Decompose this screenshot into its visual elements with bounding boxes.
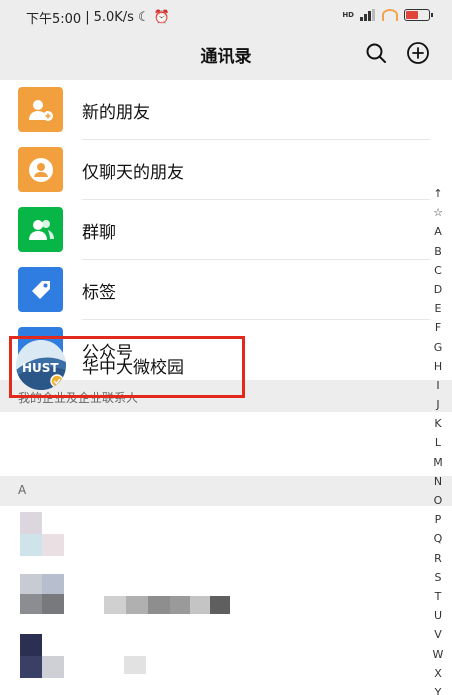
index-letter[interactable]: F bbox=[435, 318, 441, 337]
function-label: 群聊 bbox=[82, 223, 116, 243]
signal-icon bbox=[360, 9, 376, 21]
index-letter[interactable]: R bbox=[434, 549, 442, 568]
index-letter[interactable]: H bbox=[434, 357, 442, 376]
index-letter[interactable]: A bbox=[434, 222, 442, 241]
index-letter[interactable]: E bbox=[435, 299, 442, 318]
contact-avatar bbox=[42, 634, 64, 656]
index-letter[interactable]: V bbox=[434, 625, 442, 644]
contact-name-blur bbox=[104, 596, 126, 614]
contact-row[interactable] bbox=[0, 626, 430, 695]
function-label: 标签 bbox=[82, 283, 116, 303]
function-row-group-chats[interactable]: 群聊 bbox=[0, 200, 430, 260]
contact-name-blur bbox=[148, 596, 170, 614]
highlight-annotation bbox=[9, 336, 245, 398]
function-row-new-friends[interactable]: 新的朋友 bbox=[0, 80, 430, 140]
battery-icon bbox=[404, 9, 433, 21]
index-letter[interactable]: C bbox=[434, 261, 442, 280]
contact-avatar bbox=[42, 534, 64, 556]
search-icon[interactable] bbox=[364, 41, 388, 65]
status-bar: 下午5:00 | 5.0K/s ☾ ⏰ HD bbox=[0, 0, 452, 34]
moon-icon: ☾ bbox=[137, 10, 150, 25]
index-letter[interactable]: ↑ bbox=[433, 184, 442, 203]
index-letter[interactable]: U bbox=[434, 606, 442, 625]
contact-name-blur bbox=[190, 596, 210, 614]
contact-avatar bbox=[20, 574, 42, 594]
contact-row[interactable] bbox=[0, 566, 430, 626]
contact-name-blur bbox=[210, 596, 230, 614]
index-letter[interactable]: Y bbox=[435, 683, 442, 695]
index-letter[interactable]: L bbox=[435, 433, 441, 452]
index-letter[interactable]: O bbox=[434, 491, 443, 510]
index-letter[interactable]: S bbox=[435, 568, 442, 587]
contact-name-blur bbox=[170, 596, 190, 614]
enterprise-row[interactable] bbox=[0, 412, 430, 474]
contact-name-blur bbox=[124, 656, 146, 674]
index-letter[interactable]: Q bbox=[434, 529, 443, 548]
contact-avatar bbox=[20, 634, 42, 656]
wifi-icon bbox=[382, 9, 398, 21]
index-letter[interactable]: I bbox=[436, 376, 439, 395]
function-label: 新的朋友 bbox=[82, 103, 150, 123]
status-right: HD bbox=[342, 9, 433, 21]
status-left: 下午5:00 | 5.0K/s ☾ ⏰ bbox=[26, 8, 170, 27]
status-time: 下午5:00 bbox=[26, 12, 82, 27]
index-letter[interactable]: T bbox=[435, 587, 442, 606]
index-letter[interactable]: G bbox=[434, 338, 443, 357]
alarm-icon: ⏰ bbox=[153, 10, 170, 25]
function-row-tags[interactable]: 标签 bbox=[0, 260, 430, 320]
index-letter[interactable]: X bbox=[434, 664, 442, 683]
index-letter[interactable]: J bbox=[436, 395, 439, 414]
status-network-speed: 5.0K/s bbox=[93, 10, 134, 25]
contact-name-blur bbox=[126, 596, 148, 614]
index-letter[interactable]: W bbox=[433, 645, 444, 664]
index-letter[interactable]: B bbox=[434, 242, 442, 261]
add-friend-icon bbox=[18, 87, 63, 132]
index-letter[interactable]: P bbox=[435, 510, 442, 529]
nav-header: 通讯录 bbox=[0, 34, 452, 80]
contact-avatar bbox=[20, 594, 42, 614]
tag-icon bbox=[18, 267, 63, 312]
section-header-letter: A bbox=[18, 483, 27, 497]
contact-avatar bbox=[20, 656, 42, 678]
index-letter[interactable]: M bbox=[433, 453, 443, 472]
contact-avatar bbox=[42, 656, 64, 678]
index-letter[interactable]: D bbox=[434, 280, 442, 299]
group-chat-icon bbox=[18, 207, 63, 252]
function-label: 仅聊天的朋友 bbox=[82, 163, 184, 183]
index-letter[interactable]: N bbox=[434, 472, 442, 491]
contact-avatar bbox=[20, 534, 42, 556]
add-circle-icon[interactable] bbox=[406, 41, 430, 65]
chat-only-friend-icon bbox=[18, 147, 63, 192]
contact-avatar bbox=[42, 594, 64, 614]
function-row-chat-only-friends[interactable]: 仅聊天的朋友 bbox=[0, 140, 430, 200]
index-letter[interactable]: K bbox=[434, 414, 441, 433]
contact-avatar bbox=[42, 574, 64, 594]
alphabet-index-bar[interactable]: ↑ ☆ A B C D E F G H I J K L M N O P Q R S T U V W X Y bbox=[428, 184, 448, 695]
contact-row[interactable] bbox=[0, 506, 430, 566]
hd-badge: HD bbox=[342, 11, 354, 19]
section-header-a: A bbox=[0, 476, 452, 506]
index-letter[interactable]: ☆ bbox=[433, 203, 443, 222]
contact-avatar bbox=[20, 512, 42, 534]
status-separator: | bbox=[85, 10, 90, 25]
